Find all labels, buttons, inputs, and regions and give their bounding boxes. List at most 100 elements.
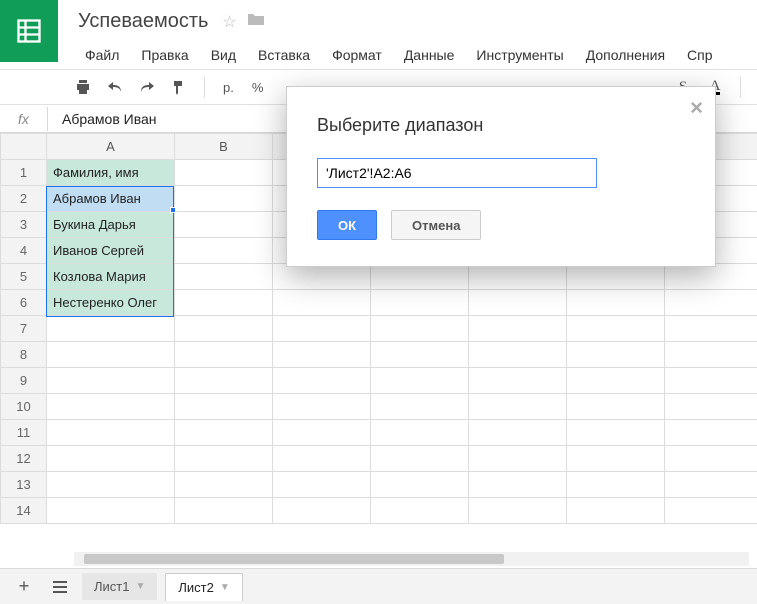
ok-button[interactable]: ОК xyxy=(317,210,377,240)
percent-button[interactable]: % xyxy=(246,80,270,95)
star-icon[interactable]: ☆ xyxy=(222,12,236,32)
sheets-logo[interactable] xyxy=(0,0,58,62)
cell[interactable] xyxy=(665,472,757,498)
col-header-A[interactable]: A xyxy=(47,134,175,160)
add-sheet-button[interactable]: + xyxy=(10,573,38,601)
cell[interactable] xyxy=(469,290,567,316)
cell[interactable] xyxy=(665,264,757,290)
cell[interactable] xyxy=(469,446,567,472)
cell[interactable] xyxy=(273,420,371,446)
cell[interactable] xyxy=(567,472,665,498)
chevron-down-icon[interactable]: ▼ xyxy=(135,581,145,592)
cell[interactable] xyxy=(665,342,757,368)
cell-A2[interactable]: Абрамов Иван xyxy=(47,186,175,212)
cell[interactable] xyxy=(371,290,469,316)
menu-insert[interactable]: Вставка xyxy=(247,41,321,69)
row-header[interactable]: 8 xyxy=(1,342,47,368)
cell[interactable] xyxy=(175,368,273,394)
document-title[interactable]: Успеваемость xyxy=(74,8,212,35)
cell[interactable] xyxy=(47,498,175,524)
cell[interactable] xyxy=(175,472,273,498)
row-header[interactable]: 11 xyxy=(1,420,47,446)
cell-A5[interactable]: Козлова Мария xyxy=(47,264,175,290)
currency-button[interactable]: р. xyxy=(217,80,240,95)
cell[interactable] xyxy=(175,160,273,186)
row-header[interactable]: 9 xyxy=(1,368,47,394)
cell-A6[interactable]: Нестеренко Олег xyxy=(47,290,175,316)
cell[interactable] xyxy=(273,368,371,394)
row-header[interactable]: 14 xyxy=(1,498,47,524)
cell[interactable] xyxy=(273,264,371,290)
sheet-tab-2[interactable]: Лист2 ▼ xyxy=(165,573,242,601)
close-icon[interactable]: × xyxy=(690,97,703,119)
cell[interactable] xyxy=(567,498,665,524)
cell[interactable] xyxy=(273,290,371,316)
cell[interactable] xyxy=(175,446,273,472)
cell[interactable] xyxy=(371,342,469,368)
row-header[interactable]: 1 xyxy=(1,160,47,186)
cell[interactable] xyxy=(567,316,665,342)
menu-data[interactable]: Данные xyxy=(393,41,466,69)
cell[interactable] xyxy=(273,472,371,498)
cell[interactable] xyxy=(175,290,273,316)
cell[interactable] xyxy=(175,394,273,420)
cell[interactable] xyxy=(47,342,175,368)
cell-A1[interactable]: Фамилия, имя xyxy=(47,160,175,186)
menu-help[interactable]: Спр xyxy=(676,41,723,69)
cell[interactable] xyxy=(469,498,567,524)
cell[interactable] xyxy=(567,394,665,420)
cell[interactable] xyxy=(665,316,757,342)
cell[interactable] xyxy=(47,472,175,498)
menu-view[interactable]: Вид xyxy=(200,41,247,69)
cell[interactable] xyxy=(469,264,567,290)
chevron-down-icon[interactable]: ▼ xyxy=(220,582,230,593)
cell[interactable] xyxy=(175,238,273,264)
cell[interactable] xyxy=(47,394,175,420)
menu-file[interactable]: Файл xyxy=(74,41,130,69)
cell[interactable] xyxy=(567,342,665,368)
cell[interactable] xyxy=(273,498,371,524)
range-input[interactable] xyxy=(317,158,597,188)
cell-A4[interactable]: Иванов Сергей xyxy=(47,238,175,264)
cell[interactable] xyxy=(665,446,757,472)
menu-addons[interactable]: Дополнения xyxy=(575,41,676,69)
col-header-B[interactable]: B xyxy=(175,134,273,160)
cell[interactable] xyxy=(175,342,273,368)
cell[interactable] xyxy=(371,316,469,342)
formula-value[interactable]: Абрамов Иван xyxy=(48,111,171,127)
cell[interactable] xyxy=(469,368,567,394)
cell-A3[interactable]: Букина Дарья xyxy=(47,212,175,238)
menu-edit[interactable]: Правка xyxy=(130,41,199,69)
cell[interactable] xyxy=(469,420,567,446)
cell[interactable] xyxy=(567,446,665,472)
row-header[interactable]: 13 xyxy=(1,472,47,498)
cell[interactable] xyxy=(47,316,175,342)
row-header[interactable]: 12 xyxy=(1,446,47,472)
cell[interactable] xyxy=(273,316,371,342)
cell[interactable] xyxy=(567,420,665,446)
cell[interactable] xyxy=(665,290,757,316)
cell[interactable] xyxy=(371,446,469,472)
horizontal-scrollbar[interactable] xyxy=(74,552,749,566)
cell[interactable] xyxy=(371,264,469,290)
cell[interactable] xyxy=(175,498,273,524)
cell[interactable] xyxy=(567,368,665,394)
all-sheets-button[interactable] xyxy=(46,573,74,601)
cell[interactable] xyxy=(175,264,273,290)
row-header[interactable]: 4 xyxy=(1,238,47,264)
cell[interactable] xyxy=(47,368,175,394)
menu-format[interactable]: Формат xyxy=(321,41,393,69)
row-header[interactable]: 2 xyxy=(1,186,47,212)
menu-tools[interactable]: Инструменты xyxy=(465,41,574,69)
cell[interactable] xyxy=(175,316,273,342)
scrollbar-thumb[interactable] xyxy=(84,554,504,564)
select-all-corner[interactable] xyxy=(1,134,47,160)
cell[interactable] xyxy=(567,264,665,290)
cell[interactable] xyxy=(175,186,273,212)
cell[interactable] xyxy=(665,394,757,420)
cell[interactable] xyxy=(175,212,273,238)
cell[interactable] xyxy=(273,342,371,368)
row-header[interactable]: 6 xyxy=(1,290,47,316)
cell[interactable] xyxy=(47,446,175,472)
undo-icon[interactable] xyxy=(102,74,128,100)
